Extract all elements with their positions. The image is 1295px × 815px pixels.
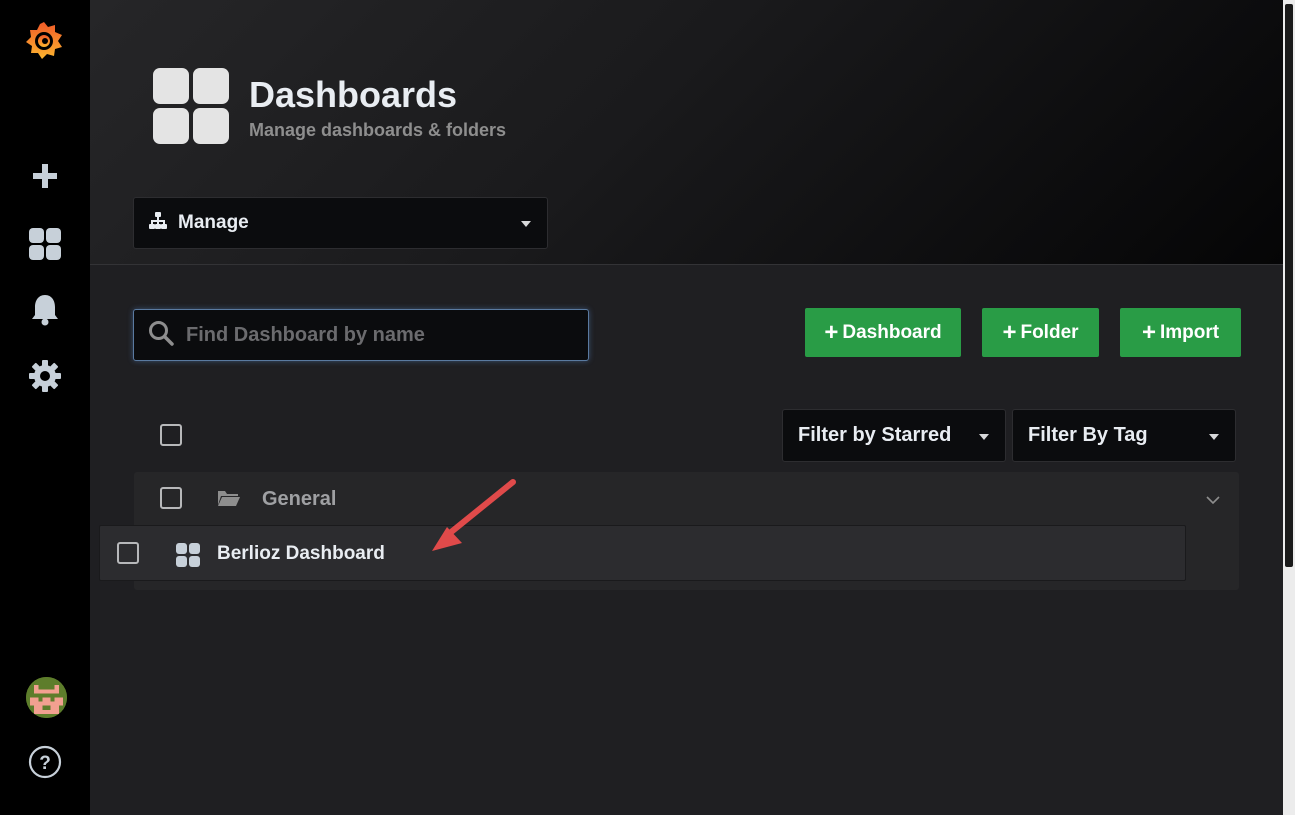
- annotation-arrow-icon: [432, 479, 516, 551]
- sidebar-item-help[interactable]: ?: [0, 740, 90, 788]
- nav-select-label: Manage: [178, 212, 249, 233]
- page-subtitle: Manage dashboards & folders: [249, 120, 507, 140]
- sidebar-item-alerting[interactable]: [0, 288, 90, 336]
- sidebar-item-create[interactable]: [0, 154, 90, 202]
- dashboard-row[interactable]: Berlioz Dashboard: [99, 525, 1186, 581]
- select-all-checkbox[interactable]: [160, 424, 182, 446]
- gear-icon: [28, 359, 62, 398]
- sidebar-item-dashboards[interactable]: [0, 222, 90, 270]
- grafana-logo-icon[interactable]: [22, 18, 66, 64]
- page-scrollbar[interactable]: [1283, 0, 1295, 815]
- dashboards-icon: [28, 227, 62, 266]
- dashboard-icon: [176, 543, 200, 572]
- search-input[interactable]: [186, 323, 566, 347]
- sitemap-icon: [148, 211, 168, 236]
- dashboard-checkbox[interactable]: [117, 542, 139, 564]
- new-folder-label: Folder: [1020, 321, 1079, 343]
- page-title: Dashboards: [249, 74, 458, 115]
- main-content: Dashboards Manage dashboards & folders M…: [90, 0, 1283, 815]
- page-header: Dashboards Manage dashboards & folders M…: [90, 0, 1283, 265]
- new-dashboard-label: Dashboard: [842, 321, 942, 343]
- page-nav-select[interactable]: Manage: [133, 197, 548, 249]
- new-dashboard-button[interactable]: + Dashboard: [805, 308, 961, 357]
- filter-tag-select[interactable]: Filter By Tag: [1012, 409, 1236, 462]
- import-button[interactable]: + Import: [1120, 308, 1241, 357]
- import-label: Import: [1159, 321, 1220, 343]
- search-box[interactable]: [133, 309, 589, 361]
- chevron-down-icon: [521, 221, 531, 227]
- dashboards-icon: [153, 68, 229, 144]
- filter-tag-label: Filter By Tag: [1028, 424, 1148, 446]
- bell-icon: [30, 293, 60, 332]
- folder-open-icon: [217, 489, 241, 512]
- plus-icon: +: [824, 318, 839, 346]
- help-icon: ?: [28, 745, 62, 784]
- folder-checkbox[interactable]: [160, 487, 182, 509]
- plus-icon: [31, 162, 59, 195]
- chevron-down-icon: [1209, 434, 1219, 440]
- new-folder-button[interactable]: + Folder: [982, 308, 1099, 357]
- plus-icon: +: [1141, 318, 1156, 346]
- filter-starred-select[interactable]: Filter by Starred: [782, 409, 1006, 462]
- folder-name: General: [262, 488, 337, 510]
- svg-text:?: ?: [39, 753, 51, 774]
- dashboard-title-link[interactable]: Berlioz Dashboard: [217, 543, 385, 565]
- search-icon: [148, 320, 174, 351]
- user-avatar[interactable]: [26, 677, 67, 718]
- chevron-down-icon: [979, 434, 989, 440]
- filter-starred-label: Filter by Starred: [798, 424, 952, 446]
- sidebar-item-configuration[interactable]: [0, 354, 90, 402]
- chevron-down-icon[interactable]: [1206, 492, 1220, 510]
- sidebar: ?: [0, 0, 90, 815]
- folder-row[interactable]: General: [134, 472, 1239, 524]
- scrollbar-thumb[interactable]: [1285, 4, 1293, 567]
- plus-icon: +: [1002, 318, 1017, 346]
